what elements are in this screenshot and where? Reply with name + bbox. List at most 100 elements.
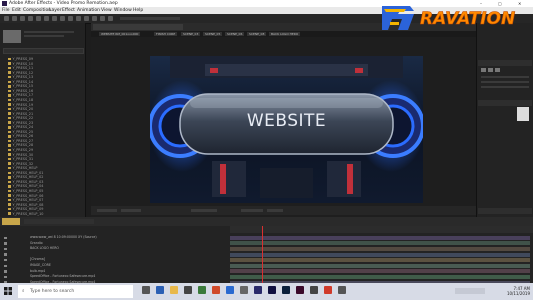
app-icon-purple[interactable]	[296, 286, 304, 294]
rotate-tool-icon[interactable]	[36, 16, 41, 21]
paragraph-panel-header[interactable]	[478, 208, 532, 214]
timecode-badge[interactable]	[2, 218, 20, 225]
color-swatch[interactable]	[517, 107, 529, 121]
layer-duration-bar[interactable]	[230, 263, 530, 268]
resolution-select[interactable]	[191, 209, 217, 212]
views-select[interactable]	[267, 209, 283, 212]
project-item[interactable]: Y_PRESS_HELP_10	[0, 212, 85, 217]
app-icon-misc[interactable]	[338, 286, 346, 294]
type-tool-icon[interactable]	[76, 16, 81, 21]
menu-window[interactable]: Window	[114, 7, 132, 14]
camera-tool-icon[interactable]	[44, 16, 49, 21]
premiere-icon[interactable]	[254, 286, 262, 294]
project-search-input[interactable]	[3, 48, 84, 54]
layer-duration-bar[interactable]	[230, 241, 530, 246]
time-ruler[interactable]	[230, 226, 533, 233]
zoom-tool-icon[interactable]	[28, 16, 33, 21]
first-frame-icon[interactable]	[481, 68, 486, 72]
pen-tool-icon[interactable]	[68, 16, 73, 21]
project-item-label: Y_PRESS_18	[12, 97, 34, 102]
app-icon-green[interactable]	[198, 286, 206, 294]
play-icon[interactable]	[488, 68, 493, 72]
visibility-icon[interactable]	[4, 270, 7, 273]
edge-icon[interactable]	[156, 286, 164, 294]
visibility-icon[interactable]	[4, 253, 7, 256]
folder-icon	[8, 57, 11, 61]
menu-view[interactable]: View	[101, 7, 112, 14]
layer-duration-bar[interactable]	[230, 258, 530, 263]
composition-viewer[interactable]: WEBSITE	[150, 56, 423, 203]
task-view-icon[interactable]	[142, 286, 150, 294]
preview-panel-header[interactable]	[478, 60, 532, 66]
crumb-finish-core[interactable]: FINISH CORE	[154, 32, 178, 36]
app-icon-orange[interactable]	[324, 286, 332, 294]
folder-icon	[8, 157, 11, 161]
file-explorer-icon[interactable]	[170, 286, 178, 294]
timeline-tabs[interactable]	[24, 219, 94, 224]
visibility-icon[interactable]	[4, 258, 7, 262]
shape-tool-icon[interactable]	[60, 16, 65, 21]
menu-animation[interactable]: Animation	[77, 7, 100, 14]
visibility-icon[interactable]	[4, 275, 7, 279]
brush-tool-icon[interactable]	[84, 16, 89, 21]
playhead[interactable]	[262, 226, 263, 283]
taskbar-search-input[interactable]: ⌕ Type here to search	[18, 285, 133, 298]
project-item-label: Y_PRESS_22	[12, 116, 34, 121]
timecode-display[interactable]	[121, 209, 141, 212]
pan-behind-tool-icon[interactable]	[52, 16, 57, 21]
menu-file[interactable]: File	[2, 7, 10, 14]
selection-tool-icon[interactable]	[12, 16, 17, 21]
crumb-back-logo-hero[interactable]: BACK LOGO HERO	[269, 32, 301, 36]
clock[interactable]: 7:47 AM 10/11/2019	[490, 286, 530, 298]
last-frame-icon[interactable]	[495, 68, 500, 72]
visibility-icon[interactable]	[4, 242, 7, 245]
effects-panel-header[interactable]	[478, 100, 532, 106]
menu-edit[interactable]: Edit	[12, 7, 21, 14]
preview-option[interactable]	[481, 86, 529, 88]
preview-option[interactable]	[481, 76, 529, 78]
layer-duration-bar[interactable]	[230, 275, 530, 279]
folder-icon	[8, 89, 11, 93]
crumb-scene-03[interactable]: SCENE_03	[181, 32, 201, 36]
layer-duration-bar[interactable]	[230, 247, 530, 251]
zoom-select[interactable]	[97, 209, 117, 212]
layer-duration-bar[interactable]	[230, 269, 530, 274]
visibility-icon[interactable]	[4, 247, 7, 251]
app-icon-red[interactable]	[212, 286, 220, 294]
app-icon-dark[interactable]	[310, 286, 318, 294]
hand-tool-icon[interactable]	[20, 16, 25, 21]
menu-help[interactable]: Help	[133, 7, 143, 14]
crumb-scene-06[interactable]: SCENE_06	[225, 32, 245, 36]
folder-icon	[8, 144, 11, 147]
snapping-option[interactable]	[120, 17, 180, 20]
app-icon	[2, 1, 7, 6]
screen-text: WEBSITE	[246, 111, 327, 131]
stamp-tool-icon[interactable]	[92, 16, 97, 21]
store-icon[interactable]	[184, 286, 192, 294]
layer-duration-bar[interactable]	[230, 235, 530, 240]
camera-select[interactable]	[241, 209, 263, 212]
composition-tab[interactable]	[93, 24, 183, 30]
app-icon-grey[interactable]	[240, 286, 248, 294]
preview-option[interactable]	[481, 81, 529, 83]
visibility-icon[interactable]	[4, 236, 7, 239]
menu-layer[interactable]: Layer	[49, 7, 62, 14]
home-tool-icon[interactable]	[4, 16, 9, 21]
clock-date: 10/11/2019	[506, 291, 530, 296]
app-icon-blue[interactable]	[226, 286, 234, 294]
crumb-scene-08[interactable]: SCENE_08	[247, 32, 267, 36]
layer-duration-bar[interactable]	[230, 252, 530, 257]
menu-composition[interactable]: Composition	[23, 7, 51, 14]
menu-effect[interactable]: Effect	[62, 7, 75, 14]
start-windows-icon[interactable]	[4, 287, 12, 295]
eraser-tool-icon[interactable]	[100, 16, 105, 21]
system-tray-icons[interactable]	[455, 288, 485, 294]
folder-icon	[8, 126, 11, 129]
folder-icon	[8, 185, 11, 188]
crumb-website[interactable]: WEBSITE RM_001ooo000	[99, 32, 141, 36]
after-effects-icon[interactable]	[268, 286, 276, 294]
photoshop-icon[interactable]	[282, 286, 290, 294]
crumb-scene-05[interactable]: SCENE_05	[203, 32, 223, 36]
visibility-icon[interactable]	[4, 264, 7, 267]
puppet-tool-icon[interactable]	[108, 16, 113, 21]
